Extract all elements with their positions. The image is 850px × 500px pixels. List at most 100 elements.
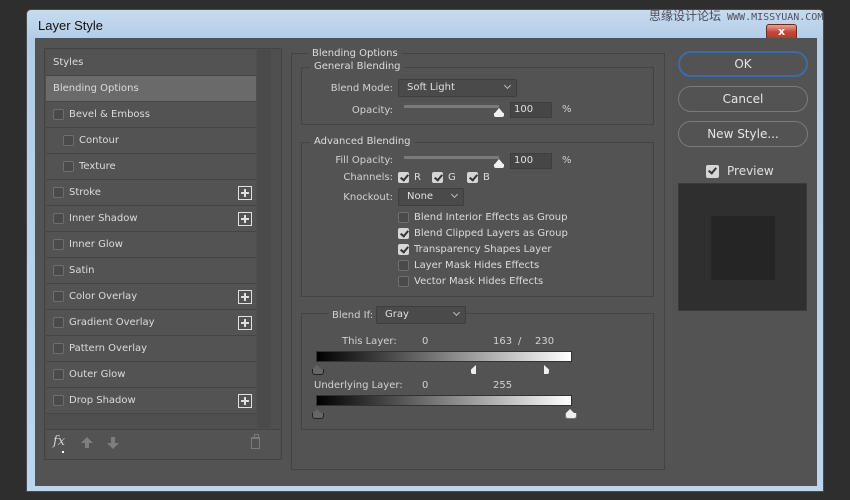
- style-item-inner-shadow[interactable]: Inner Shadow: [46, 206, 256, 232]
- style-item-checkbox[interactable]: [53, 187, 64, 198]
- style-item-checkbox[interactable]: [63, 135, 74, 146]
- fx-caret-icon: [62, 451, 64, 453]
- style-item-blending-options[interactable]: Blending Options: [46, 76, 256, 102]
- this-layer-separator: /: [518, 336, 522, 347]
- new-style-button[interactable]: New Style...: [678, 121, 808, 147]
- blend-if-select[interactable]: Gray: [376, 306, 466, 324]
- style-item-label: Inner Shadow: [69, 213, 138, 224]
- opacity-input[interactable]: 100: [510, 102, 552, 118]
- close-icon: x: [777, 25, 786, 38]
- fill-opacity-input[interactable]: 100: [510, 153, 552, 169]
- style-item-gradient-overlay[interactable]: Gradient Overlay: [46, 310, 256, 336]
- channel-b-checkbox[interactable]: [467, 172, 478, 183]
- style-item-label: Outer Glow: [69, 369, 126, 380]
- preview-checkbox[interactable]: [706, 164, 719, 178]
- style-item-inner-glow[interactable]: Inner Glow: [46, 232, 256, 258]
- option-checkbox[interactable]: [398, 228, 409, 239]
- this-layer-black-slider[interactable]: [312, 365, 324, 375]
- add-effect-plus-icon[interactable]: [238, 316, 252, 330]
- add-effect-plus-icon[interactable]: [238, 290, 252, 304]
- opacity-slider-thumb[interactable]: [494, 108, 504, 117]
- style-item-bevel-emboss[interactable]: Bevel & Emboss: [46, 102, 256, 128]
- this-layer-gradient-bar: [316, 351, 572, 362]
- opacity-slider[interactable]: [404, 105, 499, 108]
- trash-icon[interactable]: [251, 434, 260, 449]
- underlying-layer-white-slider[interactable]: [565, 409, 577, 419]
- cancel-button[interactable]: Cancel: [678, 86, 808, 112]
- channel-r-toggle[interactable]: R: [398, 172, 421, 183]
- this-layer-white-slider-right-half[interactable]: [542, 365, 552, 374]
- blend-if-group: Blend If: Gray This Layer: 0 163 / 230 U…: [301, 306, 654, 430]
- fill-opacity-slider-thumb[interactable]: [494, 159, 504, 168]
- styles-list: Styles Blending Options Bevel & Emboss Cont…: [46, 50, 256, 414]
- general-blending-group: General Blending Blend Mode: Soft Light …: [301, 61, 654, 125]
- style-item-checkbox[interactable]: [63, 161, 74, 172]
- option-checkbox[interactable]: [398, 260, 409, 271]
- style-item-outer-glow[interactable]: Outer Glow: [46, 362, 256, 388]
- style-item-styles[interactable]: Styles: [46, 50, 256, 76]
- underlying-layer-black-slider[interactable]: [312, 409, 324, 419]
- add-effect-plus-icon[interactable]: [238, 212, 252, 226]
- channel-b-toggle[interactable]: B: [467, 172, 490, 183]
- option-label: Vector Mask Hides Effects: [414, 276, 544, 287]
- channel-g-checkbox[interactable]: [432, 172, 443, 183]
- ok-button[interactable]: OK: [678, 51, 808, 77]
- option-blend-interior-effects-as-group[interactable]: Blend Interior Effects as Group: [398, 212, 567, 223]
- watermark-text: 思缘设计论坛: [649, 9, 722, 23]
- underlying-layer-low-value: 0: [422, 380, 429, 391]
- styles-list-scrollbar[interactable]: [257, 50, 271, 428]
- style-item-label: Satin: [69, 265, 95, 276]
- option-vector-mask-hides-effects[interactable]: Vector Mask Hides Effects: [398, 276, 543, 287]
- style-item-color-overlay[interactable]: Color Overlay: [46, 284, 256, 310]
- style-item-label: Texture: [79, 161, 116, 172]
- style-item-drop-shadow[interactable]: Drop Shadow: [46, 388, 256, 414]
- option-checkbox[interactable]: [398, 244, 409, 255]
- window-title: Layer Style: [38, 18, 104, 33]
- blend-if-value: Gray: [385, 309, 409, 320]
- underlying-layer-high-value: 255: [493, 380, 513, 391]
- style-item-checkbox[interactable]: [53, 291, 64, 302]
- option-checkbox[interactable]: [398, 212, 409, 223]
- option-layer-mask-hides-effects[interactable]: Layer Mask Hides Effects: [398, 260, 539, 271]
- opacity-label: Opacity:: [351, 105, 393, 116]
- style-item-checkbox[interactable]: [53, 343, 64, 354]
- style-item-texture[interactable]: Texture: [46, 154, 256, 180]
- knockout-select[interactable]: None: [398, 188, 464, 206]
- blend-mode-select[interactable]: Soft Light: [398, 79, 517, 97]
- title-bar[interactable]: Layer Style 思缘设计论坛 WWW.MISSYUAN.COM x: [27, 9, 823, 40]
- channel-r-checkbox[interactable]: [398, 172, 409, 183]
- channel-label: B: [483, 172, 490, 183]
- style-item-checkbox[interactable]: [53, 265, 64, 276]
- option-blend-clipped-layers-as-group[interactable]: Blend Clipped Layers as Group: [398, 228, 568, 239]
- move-up-icon[interactable]: [81, 437, 93, 448]
- style-item-checkbox[interactable]: [53, 395, 64, 406]
- style-item-checkbox[interactable]: [53, 369, 64, 380]
- style-item-label: Stroke: [69, 187, 101, 198]
- blend-mode-label: Blend Mode:: [330, 83, 393, 94]
- style-item-checkbox[interactable]: [53, 213, 64, 224]
- style-item-checkbox[interactable]: [53, 109, 64, 120]
- channel-label: G: [448, 172, 456, 183]
- style-preview-thumbnail: [678, 183, 807, 311]
- style-item-pattern-overlay[interactable]: Pattern Overlay: [46, 336, 256, 362]
- style-item-label: Color Overlay: [69, 291, 138, 302]
- general-blending-title: General Blending: [310, 61, 405, 72]
- add-effect-plus-icon[interactable]: [238, 394, 252, 408]
- add-effect-plus-icon[interactable]: [238, 186, 252, 200]
- style-item-checkbox[interactable]: [53, 317, 64, 328]
- style-item-label: Gradient Overlay: [69, 317, 155, 328]
- style-item-satin[interactable]: Satin: [46, 258, 256, 284]
- move-down-icon[interactable]: [107, 437, 119, 449]
- opacity-unit: %: [562, 104, 572, 115]
- fx-menu-button[interactable]: fx: [53, 434, 65, 449]
- option-checkbox[interactable]: [398, 276, 409, 287]
- style-item-checkbox[interactable]: [53, 239, 64, 250]
- style-item-stroke[interactable]: Stroke: [46, 180, 256, 206]
- channel-g-toggle[interactable]: G: [432, 172, 456, 183]
- option-transparency-shapes-layer[interactable]: Transparency Shapes Layer: [398, 244, 551, 255]
- this-layer-white-slider-left-half[interactable]: [471, 365, 481, 374]
- style-item-contour[interactable]: Contour: [46, 128, 256, 154]
- preview-toggle[interactable]: Preview: [706, 164, 774, 178]
- fill-opacity-slider[interactable]: [404, 156, 499, 159]
- dialog-body: Styles Blending Options Bevel & Emboss Cont…: [35, 38, 817, 486]
